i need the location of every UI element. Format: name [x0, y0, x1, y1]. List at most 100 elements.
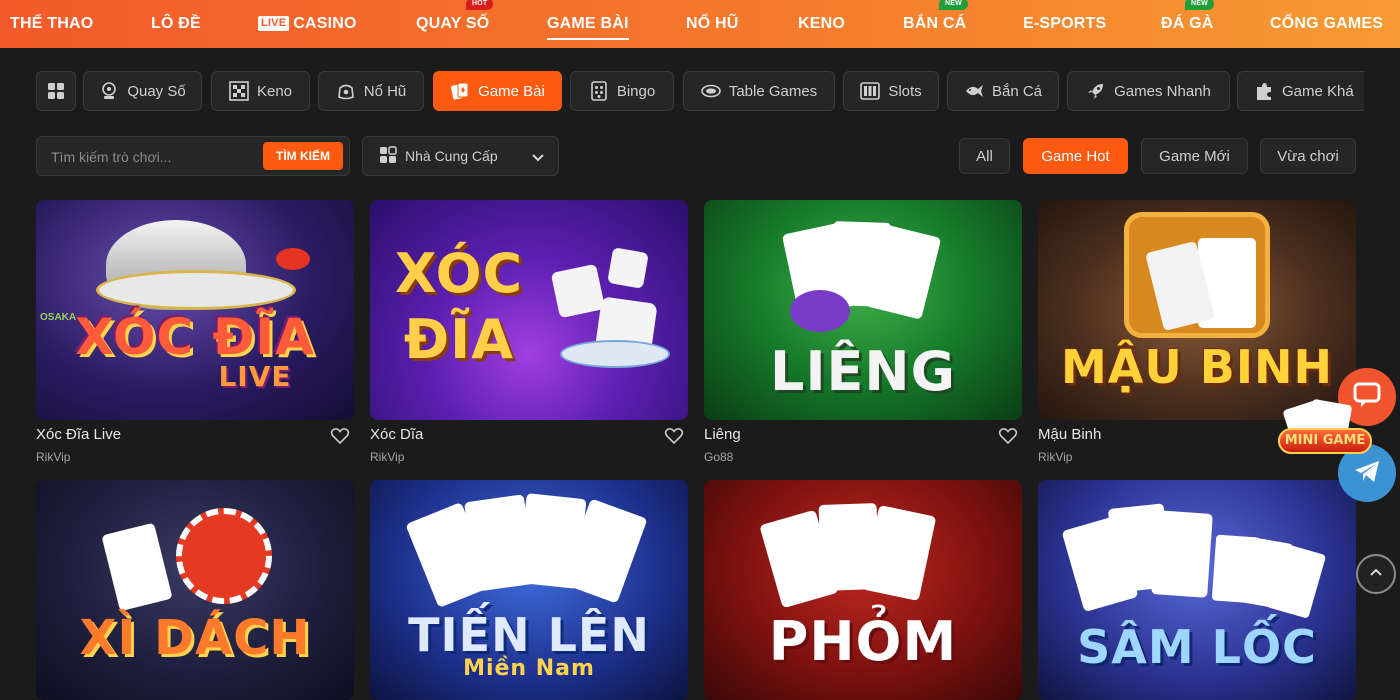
game-thumbnail[interactable]: PHỎM	[704, 480, 1022, 700]
game-thumbnail[interactable]: LIÊNG	[704, 200, 1022, 420]
provider-dropdown[interactable]: Nhà Cung Cấp	[362, 136, 559, 176]
club-art	[790, 290, 850, 332]
game-provider: RikVip	[36, 450, 71, 464]
nav-item-no-hu[interactable]: NỔ HŨ	[686, 0, 739, 48]
art-title: XÌ DÁCH	[79, 610, 311, 666]
nav-item-game-bai[interactable]: GAME BÀI	[547, 0, 629, 48]
fish-icon	[964, 81, 984, 101]
chip-art	[276, 248, 310, 270]
new-tag: NEW	[1185, 0, 1214, 10]
nav-item-keno[interactable]: KENO	[798, 0, 845, 48]
game-title: Xóc Đĩa Live	[36, 426, 122, 443]
game-thumbnail[interactable]: TIẾN LÊN Miền Nam	[370, 480, 688, 700]
new-tag: NEW	[939, 0, 968, 10]
search-button[interactable]: TÌM KIẾM	[263, 142, 343, 170]
art-title: XÓC ĐĨA	[75, 308, 315, 366]
category-table-games[interactable]: Table Games	[683, 71, 835, 111]
category-game-bai[interactable]: Game Bài	[433, 71, 562, 111]
keno-icon	[229, 81, 249, 101]
game-card[interactable]: XÓC ĐĨA Xóc Dĩa RikVip	[370, 200, 688, 464]
jackpot-icon	[336, 81, 356, 101]
table-icon	[701, 81, 721, 101]
category-no-hu[interactable]: Nổ Hũ	[318, 71, 424, 111]
chip-art	[176, 508, 272, 604]
filter-vua-choi[interactable]: Vừa chơi	[1260, 138, 1356, 174]
game-provider: RikVip	[370, 450, 405, 464]
nav-item-ban-ca[interactable]: BẮN CÁ NEW	[903, 0, 968, 48]
active-underline	[547, 38, 629, 40]
art-title: SÂM LỐC	[1077, 620, 1317, 674]
chevron-down-icon	[530, 149, 546, 168]
nav-item-quay-so[interactable]: QUAY SỐ HOT	[416, 0, 494, 48]
watermark: OSAKA	[40, 312, 77, 323]
art-title: TIẾN LÊN	[408, 608, 650, 662]
puzzle-icon	[1254, 81, 1274, 101]
game-card[interactable]: LIÊNG Liêng Go88	[704, 200, 1022, 464]
rocket-icon	[1086, 81, 1106, 101]
game-thumbnail[interactable]: SÂM LỐC	[1038, 480, 1356, 700]
game-card[interactable]: SÂM LỐC	[1038, 480, 1356, 700]
filter-game-moi[interactable]: Game Mới	[1141, 138, 1248, 174]
game-provider: Go88	[704, 450, 734, 464]
category-all-grid[interactable]	[36, 71, 76, 111]
game-card[interactable]: XÓC ĐĨA LIVE OSAKA Xóc Đĩa Live RikVip	[36, 200, 354, 464]
bingo-icon	[589, 81, 609, 101]
game-title: Liêng	[704, 426, 741, 443]
cards-icon	[450, 81, 470, 101]
slots-icon	[860, 81, 881, 101]
game-card[interactable]: XÌ DÁCH	[36, 480, 354, 700]
art-subtitle: LIVE	[218, 360, 292, 393]
category-slots[interactable]: Slots	[843, 71, 939, 111]
game-card[interactable]: TIẾN LÊN Miền Nam	[370, 480, 688, 700]
filter-all[interactable]: All	[959, 138, 1010, 174]
game-provider: RikVip	[1038, 450, 1073, 464]
heart-icon[interactable]	[330, 426, 350, 446]
live-badge: LIVE	[258, 16, 290, 31]
nav-item-e-sports[interactable]: E-SPORTS	[1023, 0, 1106, 48]
nav-item-da-ga[interactable]: ĐÁ GÀ NEW	[1161, 0, 1214, 48]
category-keno[interactable]: Keno	[211, 71, 310, 111]
dice-art	[607, 247, 649, 289]
game-card[interactable]: MẬU BINH Mậu Binh RikVip	[1038, 200, 1356, 464]
game-thumbnail[interactable]: MẬU BINH	[1038, 200, 1356, 420]
category-bingo[interactable]: Bingo	[570, 71, 674, 111]
category-ban-ca[interactable]: Bắn Cá	[947, 71, 1059, 111]
card-art	[101, 522, 173, 612]
game-title: Mậu Binh	[1038, 426, 1102, 443]
plate-art	[96, 270, 296, 310]
lottery-icon	[99, 81, 119, 101]
art-title: PHỎM	[768, 610, 958, 673]
nav-item-the-thao[interactable]: THỂ THAO	[10, 0, 93, 48]
plate-art	[560, 340, 670, 368]
chevron-up-icon	[1368, 564, 1384, 585]
art-title: LIÊNG	[770, 340, 956, 403]
grid-icon	[379, 145, 397, 167]
filter-game-hot[interactable]: Game Hot	[1023, 138, 1128, 174]
category-quay-so[interactable]: Quay Số	[83, 71, 202, 111]
search-input[interactable]	[51, 147, 261, 167]
provider-label: Nhà Cung Cấp	[405, 148, 498, 164]
art-subtitle: Miền Nam	[463, 656, 595, 681]
mini-game-label: MINI GAME	[1278, 428, 1372, 454]
game-thumbnail[interactable]: XÓC ĐĨA LIVE OSAKA	[36, 200, 354, 420]
hot-tag: HOT	[466, 0, 494, 10]
grid-icon	[46, 81, 66, 101]
search-box: TÌM KIẾM	[36, 136, 350, 176]
category-games-nhanh[interactable]: Games Nhanh	[1067, 71, 1230, 111]
nav-item-cong-games[interactable]: CỔNG GAMES	[1270, 0, 1383, 48]
game-thumbnail[interactable]: XÓC ĐĨA	[370, 200, 688, 420]
nav-item-live-casino[interactable]: LIVE CASINO	[258, 0, 357, 48]
heart-icon[interactable]	[998, 426, 1018, 446]
heart-icon[interactable]	[664, 426, 684, 446]
category-game-khac[interactable]: Game Khá	[1237, 71, 1364, 111]
scroll-top-button[interactable]	[1356, 554, 1396, 594]
card-art	[1151, 510, 1213, 598]
game-title: Xóc Dĩa	[370, 426, 424, 443]
art-title: MẬU BINH	[1061, 340, 1333, 394]
nav-item-lo-de[interactable]: LÔ ĐỀ	[151, 0, 201, 48]
dice-art	[550, 263, 606, 319]
game-card[interactable]: PHỎM	[704, 480, 1022, 700]
mini-game-button[interactable]: MINI GAME	[1272, 398, 1378, 470]
top-navigation: THỂ THAO LÔ ĐỀ LIVE CASINO QUAY SỐ HOT GAM…	[0, 0, 1400, 48]
game-thumbnail[interactable]: XÌ DÁCH	[36, 480, 354, 700]
